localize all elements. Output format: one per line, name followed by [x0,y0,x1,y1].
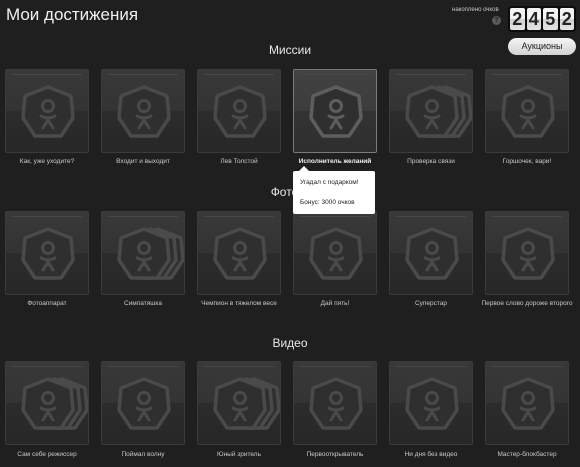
odnoklassniki-badge-icon [114,376,184,439]
achievement-card[interactable] [485,211,569,295]
odnoklassniki-badge-icon [402,376,472,439]
achievement-card[interactable] [485,361,569,445]
score-digit: 4 [526,8,541,30]
achievement-label[interactable]: Как, уже уходите? [1,157,93,166]
achievement-label[interactable]: Поймал волну [97,450,189,459]
card-divider [12,366,82,367]
card-divider [300,216,370,217]
achievement-card[interactable] [101,361,185,445]
card-divider [396,216,466,217]
achievement-label[interactable]: Сам себе режиссер [1,450,93,459]
score-counter: 2 4 5 2 [508,6,576,32]
help-icon[interactable]: ? [492,16,501,25]
odnoklassniki-badge-icon [306,376,376,439]
achievement-card[interactable] [197,69,281,153]
achievement-label[interactable]: Симпатяшка [97,299,189,308]
achievement-label[interactable]: Мастер-блокбастер [481,450,573,459]
odnoklassniki-badge-icon [498,84,568,147]
card-divider [492,216,562,217]
odnoklassniki-badge-icon [18,376,88,439]
card-divider [108,74,178,75]
section-title: Видео [272,336,308,350]
card-divider [204,366,274,367]
odnoklassniki-badge-icon [210,84,280,147]
odnoklassniki-badge-icon [498,376,568,439]
page-title: Мои достижения [6,5,139,24]
achievement-label[interactable]: Исполнитель желаний [289,157,381,166]
card-divider [492,366,562,367]
odnoklassniki-badge-icon [18,226,88,289]
card-divider [396,74,466,75]
odnoklassniki-badge-icon [18,84,88,147]
achievement-label[interactable]: Первооткрыватель [289,450,381,459]
achievement-card[interactable] [197,211,281,295]
odnoklassniki-badge-icon [210,226,280,289]
achievement-label[interactable]: Юный зритель [193,450,285,459]
achievement-card[interactable] [101,69,185,153]
section-title: Фотогр [270,185,310,199]
card-divider [204,74,274,75]
achievement-card[interactable] [293,69,377,153]
odnoklassniki-badge-icon [306,226,376,289]
achievement-card[interactable] [293,211,377,295]
tooltip-bonus: Бонус: 3000 очков [300,199,355,206]
achievement-card[interactable] [389,69,473,153]
odnoklassniki-badge-icon [306,84,376,147]
achievement-label[interactable]: Суперстар [385,299,477,308]
section-title: Миссии [268,43,312,57]
card-divider [108,366,178,367]
card-divider [492,74,562,75]
achievement-label[interactable]: Фотоаппарат [1,299,93,308]
achievement-label[interactable]: Чемпион в тяжелом весе [193,299,285,308]
achievement-label[interactable]: Ни дня без видео [385,450,477,459]
card-divider [12,74,82,75]
tooltip-title: Угадал с подарком! [300,179,359,186]
card-divider [300,366,370,367]
achievement-card[interactable] [5,361,89,445]
achievement-label[interactable]: Первое слово дороже второго [481,299,573,308]
odnoklassniki-badge-icon [210,376,280,439]
achievement-card[interactable] [101,211,185,295]
odnoklassniki-badge-icon [114,84,184,147]
achievement-card[interactable] [5,69,89,153]
achievement-label[interactable]: Горшочек, вари! [481,157,573,166]
score-digit: 2 [559,8,574,30]
card-divider [12,216,82,217]
odnoklassniki-badge-icon [114,226,184,289]
achievement-card[interactable] [389,211,473,295]
achievement-label[interactable]: Проверка связи [385,157,477,166]
achievement-card[interactable] [197,361,281,445]
achievement-label[interactable]: Лев Толстой [193,157,285,166]
achievement-card[interactable] [485,69,569,153]
odnoklassniki-badge-icon [402,84,472,147]
achievement-tooltip: Угадал с подарком! Бонус: 3000 очков [293,166,375,214]
score-digit: 2 [510,8,525,30]
score-digit: 5 [543,8,558,30]
odnoklassniki-badge-icon [402,226,472,289]
achievement-label[interactable]: Дай пять! [289,299,381,308]
score-label: накоплено очков [452,7,499,13]
card-divider [108,216,178,217]
achievement-label[interactable]: Входит и выходит [97,157,189,166]
achievement-card[interactable] [389,361,473,445]
achievement-card[interactable] [5,211,89,295]
card-divider [300,74,370,75]
achievement-card[interactable] [293,361,377,445]
card-divider [204,216,274,217]
card-divider [396,366,466,367]
odnoklassniki-badge-icon [498,226,568,289]
